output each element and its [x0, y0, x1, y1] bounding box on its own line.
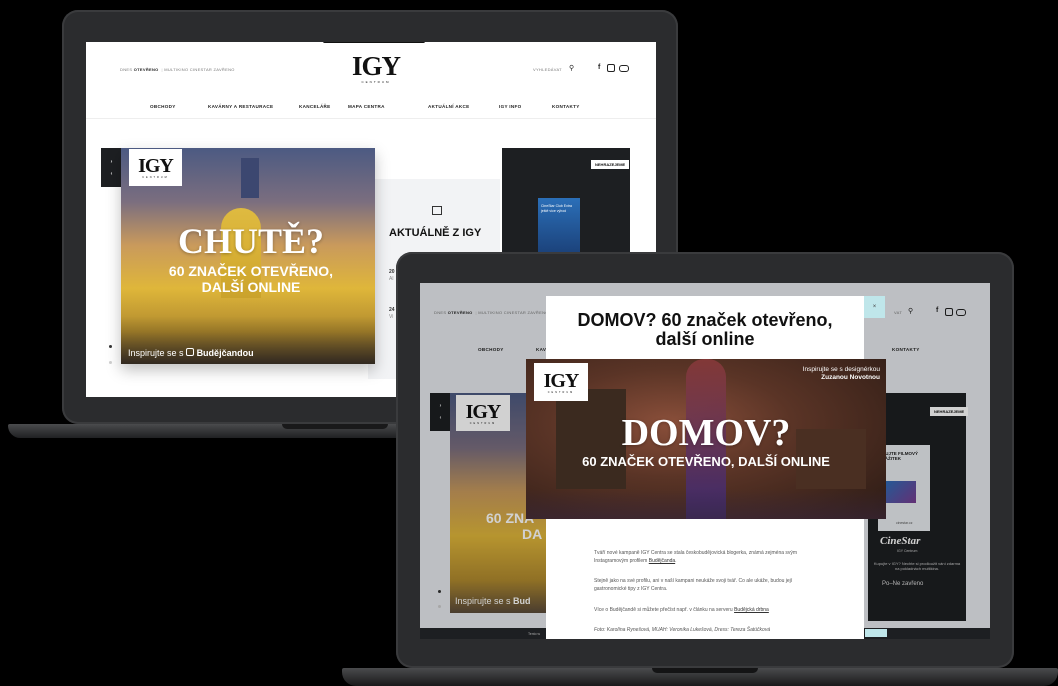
- hero-headline: CHUTĚ?: [177, 221, 325, 261]
- search-link[interactable]: VYHLEDÁVAT: [533, 67, 562, 72]
- news-item-text[interactable]: Al: [389, 276, 393, 282]
- modal-paragraph-1: Tváří nové kampaně IGY Centra se stala č…: [594, 550, 798, 564]
- chevron-up-icon[interactable]: ›: [111, 159, 113, 165]
- slider-dot[interactable]: [109, 361, 112, 364]
- nav-item-kancelare[interactable]: KANCELÁŘE: [299, 104, 331, 109]
- opening-status: DNES OTEVŘENO | MULTIKINO CINESTAR ZAVŘE…: [120, 67, 235, 72]
- news-item-date: 24: [389, 307, 395, 313]
- nav-item-akce[interactable]: AKTUÁLNÍ AKCE: [428, 104, 470, 109]
- modal-title: DOMOV? 60 značek otevřeno, další online: [577, 310, 833, 349]
- slider-dot-active[interactable]: [109, 345, 112, 348]
- facebook-icon[interactable]: f: [598, 64, 600, 71]
- nav-item-obchody[interactable]: OBCHODY: [150, 104, 176, 109]
- promo-card: CineStar Club Extra ještě více výhod: [538, 198, 580, 258]
- modal-hero-headline: DOMOV?: [621, 412, 791, 454]
- slider-arrows[interactable]: › ‹: [101, 148, 122, 187]
- hero-caption[interactable]: Inspirujte se s Budějčandou: [128, 348, 254, 358]
- hero-subline-1: 60 ZNAČEK OTEVŘENO,: [168, 263, 334, 279]
- modal-credits: Foto: Karolína Rynešová, MUAH: Veronika …: [594, 627, 771, 633]
- modal-paragraph-2: Stejně jako na své profilu, ani v naší k…: [594, 578, 793, 592]
- cookie-text: Tento w: [528, 632, 541, 636]
- modal-paragraph-3: Více o Budějčandě si můžete přečíst např…: [594, 607, 769, 613]
- laptop-front-screen: DNES OTEVŘENO | MULTIKINO CINESTAR ZAVŘE…: [420, 283, 990, 639]
- nav-item-kontakty[interactable]: KONTAKTY: [552, 104, 580, 109]
- hero-logo: IGY CENTRUM: [129, 149, 182, 186]
- news-item-date: 20: [389, 269, 395, 275]
- news-title: AKTUÁLNĚ Z IGY: [389, 227, 482, 239]
- hero-rug-shape: [526, 489, 886, 519]
- cookie-accept-button[interactable]: [865, 629, 887, 637]
- camera-notch: [323, 42, 425, 43]
- modal-hero-caption: Inspirujte se s designérkou Zuzanou Novo…: [802, 366, 880, 382]
- promo-badge: NEHRAZEJEME: [591, 160, 630, 169]
- instagram-icon[interactable]: [607, 64, 615, 72]
- nav-item-kavarny[interactable]: KAVÁRNY A RESTAURACE: [208, 104, 273, 109]
- nav-item-info[interactable]: IGY INFO: [499, 104, 521, 109]
- instagram-icon: [186, 348, 195, 356]
- laptop-back-notch: [282, 424, 388, 429]
- chevron-down-icon[interactable]: ‹: [111, 171, 113, 177]
- hero-subline-2: DALŠÍ ONLINE: [201, 279, 301, 295]
- article-link[interactable]: Budějcká drbna: [734, 607, 769, 613]
- nav-item-mapa[interactable]: MAPA CENTRA: [348, 104, 385, 109]
- tripadvisor-icon[interactable]: [619, 65, 629, 72]
- blog-link[interactable]: Budějčanda: [649, 558, 675, 564]
- modal-hero-logo: IGY CENTRUM: [534, 363, 588, 401]
- site-logo[interactable]: IGY CENTRUM: [346, 53, 406, 85]
- hero-tower-shape: [241, 158, 259, 198]
- modal-hero-subline: 60 ZNAČEK OTEVŘENO, DALŠÍ ONLINE: [582, 454, 830, 469]
- header-divider: [86, 118, 656, 119]
- news-item-text[interactable]: Vi: [389, 314, 393, 320]
- laptop-front-notch: [652, 668, 758, 673]
- calendar-icon: [432, 206, 442, 215]
- search-icon[interactable]: ⚲: [569, 64, 574, 72]
- close-icon[interactable]: ×: [864, 296, 885, 318]
